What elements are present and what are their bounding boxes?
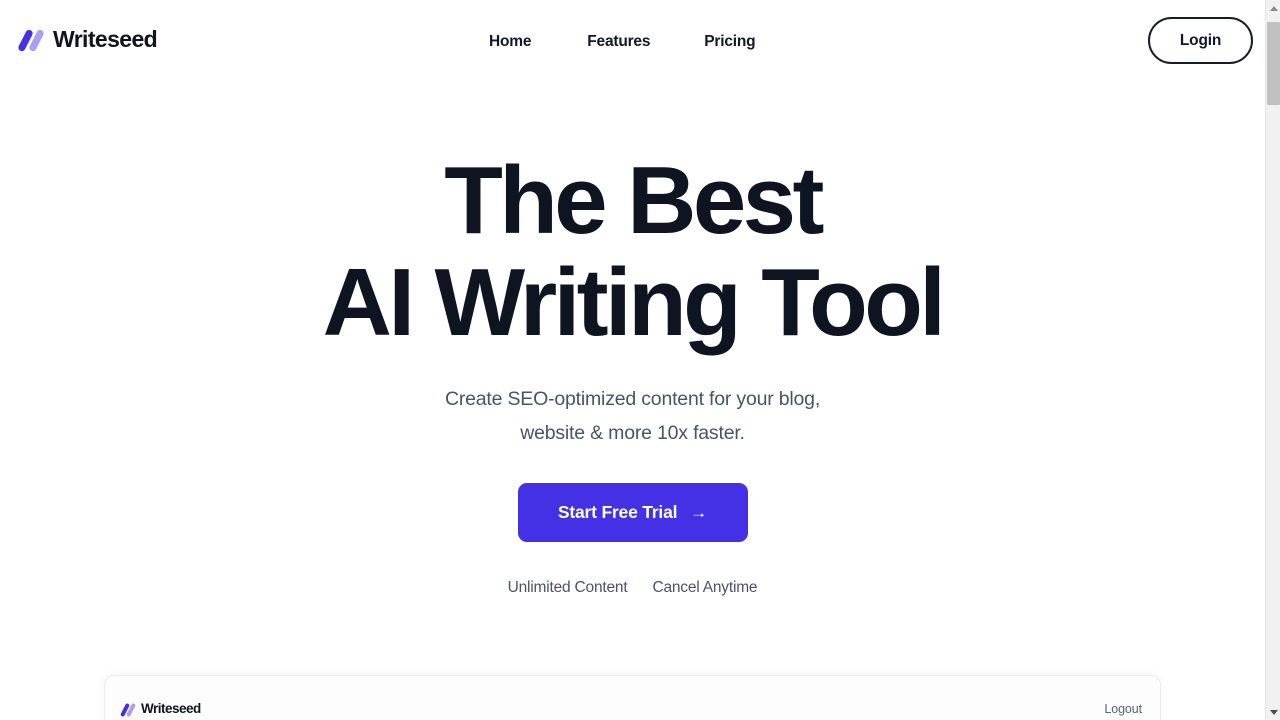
app-preview-panel: Writeseed Logout xyxy=(104,675,1161,720)
app-preview-topbar: Writeseed Logout xyxy=(105,676,1160,720)
site-header: Writeseed Home Features Pricing Login xyxy=(0,0,1265,84)
hero-subtitle: Create SEO-optimized content for your bl… xyxy=(0,382,1265,450)
brand-name: Writeseed xyxy=(53,26,158,52)
nav-link-pricing[interactable]: Pricing xyxy=(704,31,755,53)
cta-label: Start Free Trial xyxy=(557,501,678,522)
arrow-right-icon: → xyxy=(690,502,708,522)
perk-unlimited-content: Unlimited Content xyxy=(507,578,628,596)
page-viewport: Writeseed Home Features Pricing Login Th… xyxy=(0,0,1265,720)
scrollbar-thumb[interactable] xyxy=(1267,22,1280,105)
nav-link-home[interactable]: Home xyxy=(489,31,531,53)
logout-button[interactable]: Logout xyxy=(1104,702,1142,716)
hero-title-line-2: AI Writing Tool xyxy=(322,248,946,356)
writeseed-slash-logo-icon xyxy=(17,28,46,52)
vertical-scrollbar[interactable] xyxy=(1265,0,1280,720)
main-nav: Home Features Pricing xyxy=(489,31,756,53)
login-button[interactable]: Login xyxy=(1148,17,1253,64)
perk-cancel-anytime: Cancel Anytime xyxy=(652,578,758,596)
scroll-up-arrow-icon[interactable] xyxy=(1266,0,1280,16)
start-free-trial-button[interactable]: Start Free Trial → xyxy=(517,482,748,542)
nav-link-features[interactable]: Features xyxy=(587,31,650,53)
writeseed-slash-logo-icon xyxy=(120,702,137,717)
hero-perks: Unlimited Content Cancel Anytime xyxy=(0,579,1265,597)
app-preview-brand-name: Writeseed xyxy=(141,701,201,717)
hero-title-line-1: The Best xyxy=(444,147,824,254)
cta-container: Start Free Trial → xyxy=(0,482,1265,542)
hero-subtitle-line-1: Create SEO-optimized content for your bl… xyxy=(444,387,821,410)
hero-section: The Best AI Writing Tool Create SEO-opti… xyxy=(0,84,1265,597)
brand-logo[interactable]: Writeseed xyxy=(17,26,158,52)
hero-subtitle-line-2: website & more 10x faster. xyxy=(520,421,745,444)
page-title: The Best AI Writing Tool xyxy=(0,150,1265,354)
app-preview-brand[interactable]: Writeseed xyxy=(120,701,201,717)
scroll-down-arrow-icon[interactable] xyxy=(1266,704,1280,720)
